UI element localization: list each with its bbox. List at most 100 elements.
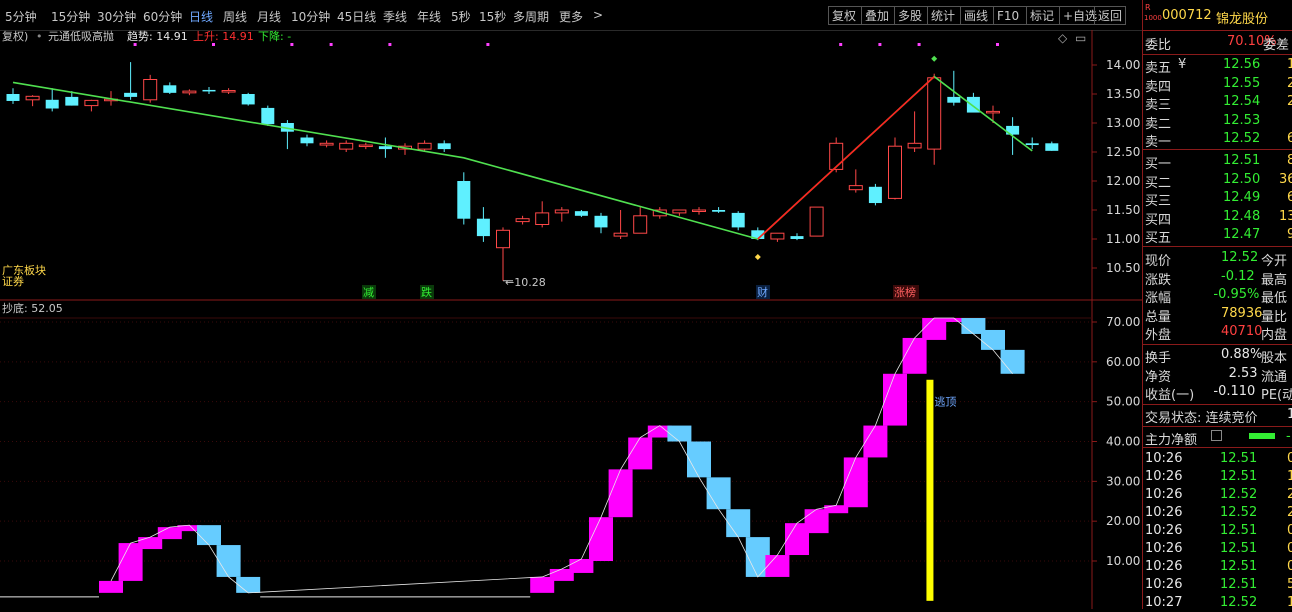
collapse-icon[interactable]: ◇ xyxy=(1058,31,1068,45)
candle[interactable] xyxy=(888,137,902,200)
candle[interactable] xyxy=(672,209,687,216)
candle[interactable] xyxy=(790,233,804,241)
candle[interactable] xyxy=(261,105,275,126)
candle[interactable] xyxy=(770,232,785,242)
candle[interactable] xyxy=(515,215,530,225)
period-tab[interactable]: 年线 xyxy=(417,8,441,25)
candles[interactable] xyxy=(6,62,1059,281)
candle[interactable] xyxy=(712,207,726,213)
period-tab[interactable]: 30分钟 xyxy=(97,8,136,25)
stat-row[interactable]: 涨幅 -0.95% 最低 xyxy=(1143,287,1292,306)
candle[interactable] xyxy=(535,201,550,228)
candle[interactable] xyxy=(927,73,942,165)
candle[interactable] xyxy=(437,140,451,152)
kline-chart-area[interactable]: 复权) • 元通低吸高抛 趋势: 14.91 上升: 14.91 下降: - ◇… xyxy=(0,29,1142,609)
tick-row[interactable]: 10:26 12.51 0 xyxy=(1143,523,1292,541)
candle[interactable] xyxy=(594,212,608,234)
period-tab[interactable]: 60分钟 xyxy=(143,8,182,25)
stat-row[interactable]: 外盘 40710 内盘 xyxy=(1143,324,1292,343)
candle[interactable] xyxy=(574,210,588,217)
tool-button[interactable]: 复权 xyxy=(828,6,862,25)
ask-row[interactable]: 卖一 12.52 6 xyxy=(1143,131,1292,150)
period-tab[interactable]: 15秒 xyxy=(479,8,506,25)
event-label-reduce[interactable]: 减 xyxy=(362,285,376,299)
tick-row[interactable]: 10:26 12.52 2 xyxy=(1143,487,1292,505)
candle[interactable] xyxy=(45,88,59,112)
tool-button[interactable]: 标记 xyxy=(1026,6,1060,25)
period-tab[interactable]: 月线 xyxy=(257,8,281,25)
period-tab[interactable]: 日线 xyxy=(189,8,213,25)
stat-row[interactable]: 现价 12.52 今开 xyxy=(1143,250,1292,269)
period-tab[interactable]: 45日线 xyxy=(337,8,376,25)
period-tab[interactable]: 10分钟 xyxy=(291,8,330,25)
more-arrow-icon[interactable]: > xyxy=(593,8,603,22)
tool-button[interactable]: 多股 xyxy=(894,6,928,25)
bid-row[interactable]: 买三 12.49 6 xyxy=(1143,190,1292,209)
tool-button[interactable]: 画线 xyxy=(960,6,994,25)
candle[interactable] xyxy=(182,89,197,96)
stat-row[interactable]: 涨跌 -0.12 最高 xyxy=(1143,269,1292,288)
candle[interactable] xyxy=(496,227,510,281)
candle[interactable] xyxy=(241,92,255,106)
tool-button[interactable]: 统计 xyxy=(927,6,961,25)
sector-label-securities[interactable]: 证券 xyxy=(2,274,24,288)
tool-button[interactable]: +自选 xyxy=(1059,6,1097,25)
candle[interactable] xyxy=(202,87,216,94)
candle[interactable] xyxy=(378,137,392,158)
ask-row[interactable]: 卖三 12.54 2 xyxy=(1143,94,1292,113)
candle[interactable] xyxy=(1045,141,1059,151)
bid-row[interactable]: 买二 12.50 36 xyxy=(1143,172,1292,191)
tool-button[interactable]: F10 xyxy=(993,6,1027,25)
candle[interactable] xyxy=(319,140,334,148)
candle[interactable] xyxy=(163,82,177,94)
candle[interactable] xyxy=(124,62,138,100)
tick-row[interactable]: 10:27 12.52 1 xyxy=(1143,595,1292,609)
ask-row[interactable]: 卖二 12.53 xyxy=(1143,113,1292,132)
tick-row[interactable]: 10:26 12.51 0 xyxy=(1143,451,1292,469)
window-icon[interactable]: ▭ xyxy=(1075,31,1086,45)
tool-button[interactable]: 返回 xyxy=(1094,6,1126,25)
stat-row[interactable]: 收益(一) -0.110 PE(动 xyxy=(1143,384,1292,403)
stat-row[interactable]: 总量 78936 量比 xyxy=(1143,306,1292,325)
candle[interactable] xyxy=(907,111,922,152)
candle[interactable] xyxy=(633,207,648,234)
period-tab[interactable]: 15分钟 xyxy=(51,8,90,25)
ask-row[interactable]: 卖四 12.55 2 xyxy=(1143,76,1292,95)
expand-icon[interactable] xyxy=(1211,430,1222,441)
candle[interactable] xyxy=(280,120,294,150)
bid-row[interactable]: 买五 12.47 9 xyxy=(1143,227,1292,246)
candle[interactable] xyxy=(457,172,471,225)
candle[interactable] xyxy=(143,74,158,103)
period-tab[interactable]: 5秒 xyxy=(451,8,471,25)
candle[interactable] xyxy=(6,88,20,104)
stat-row[interactable]: 净资 2.53 流通 xyxy=(1143,366,1292,385)
tick-row[interactable]: 10:26 12.51 0 xyxy=(1143,559,1292,577)
ask-row[interactable]: 卖五 ¥12.56 1 xyxy=(1143,57,1292,76)
candle[interactable] xyxy=(613,210,628,239)
candle[interactable] xyxy=(731,211,745,231)
candle[interactable] xyxy=(692,207,706,215)
candle[interactable] xyxy=(554,207,569,222)
period-tab[interactable]: 5分钟 xyxy=(5,8,37,25)
candle[interactable] xyxy=(476,207,490,242)
kline-chart[interactable]: 复权) • 元通低吸高抛 趋势: 14.91 上升: 14.91 下降: - ◇… xyxy=(0,29,1142,609)
tick-row[interactable]: 10:26 12.51 5 xyxy=(1143,577,1292,595)
period-tab[interactable]: 季线 xyxy=(383,8,407,25)
event-label-finance[interactable]: 财 xyxy=(756,285,770,299)
period-tab[interactable]: 更多 xyxy=(559,8,583,25)
tick-row[interactable]: 10:26 12.51 1 xyxy=(1143,469,1292,487)
bid-row[interactable]: 买四 12.48 13 xyxy=(1143,209,1292,228)
event-label-rank[interactable]: 涨榜 xyxy=(893,285,919,299)
event-label-drop[interactable]: 跌 xyxy=(420,285,434,299)
tick-row[interactable]: 10:26 12.51 0 xyxy=(1143,541,1292,559)
candle[interactable] xyxy=(848,169,863,193)
candle[interactable] xyxy=(300,134,314,147)
candle[interactable] xyxy=(84,99,99,112)
period-tab[interactable]: 多周期 xyxy=(513,8,549,25)
period-tab[interactable]: 周线 xyxy=(223,8,247,25)
formula-name[interactable]: 元通低吸高抛 xyxy=(48,29,114,43)
candle[interactable] xyxy=(339,140,354,152)
stat-row[interactable]: 换手 0.88% 股本 xyxy=(1143,347,1292,366)
candle[interactable] xyxy=(358,142,373,150)
tool-button[interactable]: 叠加 xyxy=(861,6,895,25)
